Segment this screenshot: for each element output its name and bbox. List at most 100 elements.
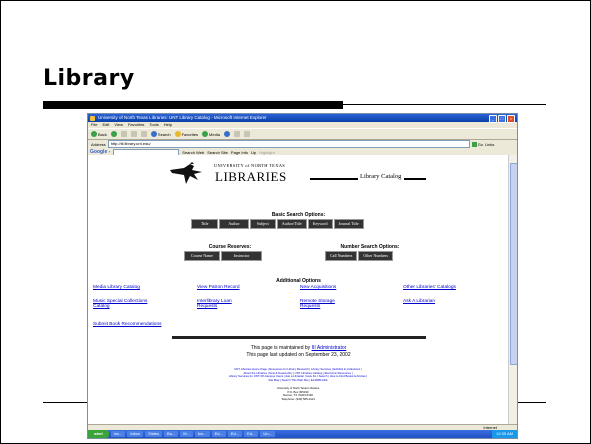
taskbar-item[interactable]: Slides (145, 431, 163, 437)
journal-title-search-button[interactable]: Journal Title (333, 219, 364, 229)
minimize-button[interactable]: _ (489, 115, 497, 123)
music-special-collections-link[interactable]: Music Special Collections Catalog (93, 299, 148, 310)
menu-favorites[interactable]: Favorites (128, 122, 144, 128)
window-titlebar: University of North Texas Libraries: UNT… (88, 114, 517, 123)
course-name-button[interactable]: Course Name (184, 251, 220, 261)
search-icon (150, 131, 157, 137)
scroll-thumb[interactable] (510, 163, 517, 365)
home-icon (140, 131, 147, 137)
go-button[interactable]: Go (471, 141, 483, 147)
taskbar: start Inc... Inbox Slides Bo... M... Inc… (88, 430, 517, 438)
taskbar-item[interactable]: Inc... (110, 431, 126, 437)
last-updated: This page last updated on September 23, … (246, 352, 351, 358)
taskbar-item[interactable]: Ed... (244, 431, 259, 437)
stop-button[interactable] (120, 131, 127, 137)
ask-a-librarian-link[interactable]: Ask A Librarian (403, 299, 435, 304)
search-web-button[interactable]: Search Web (182, 150, 204, 155)
author-title-search-button[interactable]: Author/Title (276, 219, 307, 229)
footer-links: UNT Libraries Home Page | Resources for … (198, 367, 398, 383)
slide-title: Library (43, 66, 135, 91)
highlight-button[interactable]: Highlight (259, 150, 275, 155)
home-button[interactable] (140, 131, 147, 137)
instructor-button[interactable]: Instructor (220, 251, 263, 261)
address-label: Address (91, 141, 106, 147)
refresh-icon (130, 131, 137, 137)
page-info-button[interactable]: Page Info (231, 150, 248, 155)
taskbar-item[interactable]: Ed... (211, 431, 226, 437)
taskbar-item[interactable]: Inc... (194, 431, 210, 437)
footer-address: University of North Texas Libraries P.O.… (276, 386, 320, 401)
search-button[interactable]: Search (150, 131, 171, 137)
media-button[interactable]: Media (202, 131, 220, 137)
ie-icon (90, 115, 95, 121)
number-search-buttons: Call Numbers Other Numbers (325, 251, 394, 261)
media-icon (202, 131, 209, 137)
university-name: UNIVERSITY of NORTH TEXAS (214, 163, 286, 168)
mail-button[interactable] (233, 131, 240, 137)
taskbar-item[interactable]: Bo... (164, 431, 179, 437)
logo-rule-left (310, 178, 358, 180)
star-icon (174, 131, 181, 137)
eagle-icon (170, 162, 202, 184)
maintained-by: This page is maintained by III Administr… (250, 345, 347, 351)
history-icon (223, 131, 230, 137)
mail-icon (233, 131, 240, 137)
menu-help[interactable]: Help (164, 122, 172, 128)
basic-search-heading: Basic Search Options: (271, 212, 326, 218)
taskbar-item[interactable]: Inbox (127, 431, 144, 437)
toolbar: Back Search Favorites Media (88, 128, 517, 140)
back-button[interactable]: Back (91, 131, 107, 137)
printer-icon (243, 131, 250, 137)
view-patron-record-link[interactable]: View Patron Record (197, 285, 240, 290)
course-reserves-buttons: Course Name Instructor (184, 251, 263, 261)
subject-search-button[interactable]: Subject (249, 219, 276, 229)
author-search-button[interactable]: Author (219, 219, 249, 229)
favorites-button[interactable]: Favorites (174, 131, 198, 137)
other-libraries-catalogs-link[interactable]: Other Libraries' Catalogs (403, 285, 456, 290)
forward-button[interactable] (110, 131, 117, 137)
logo-rule-right (404, 178, 426, 180)
other-numbers-button[interactable]: Other Numbers (358, 251, 394, 261)
basic-search-buttons: Title Author Subject Author/Title Keywor… (191, 219, 364, 229)
up-button[interactable]: Up (251, 150, 256, 155)
menu-tools[interactable]: Tools (149, 122, 158, 128)
window-title: University of North Texas Libraries: UNT… (98, 115, 267, 120)
libraries-wordmark: LIBRARIES (215, 169, 287, 184)
interlibrary-loan-link[interactable]: Interlibrary Loan Requests (197, 299, 247, 310)
course-reserves-heading: Course Reserves: (208, 244, 252, 250)
taskbar-item[interactable]: M... (180, 431, 193, 437)
taskbar-item[interactable]: Un... (260, 431, 275, 437)
submit-book-recommendations-link[interactable]: Submit Book Recommendations (93, 322, 162, 327)
close-button[interactable]: × (507, 115, 515, 123)
media-library-catalog-link[interactable]: Media Library Catalog (93, 285, 140, 290)
address-bar: Address http://iii.library.unt.edu/ Go L… (88, 140, 517, 148)
address-input[interactable]: http://iii.library.unt.edu/ (107, 140, 470, 148)
system-clock: 12:35 AM (492, 430, 517, 438)
administrator-link[interactable]: III Administrator (312, 345, 347, 351)
number-search-heading: Number Search Options: (340, 244, 400, 250)
search-site-button[interactable]: Search Site (207, 150, 228, 155)
print-button[interactable] (243, 131, 250, 137)
remote-storage-link[interactable]: Remote Storage Requests (300, 299, 350, 310)
links-button[interactable]: Links (485, 142, 494, 147)
additional-options-heading: Additional Options (276, 278, 321, 284)
menu-file[interactable]: File (91, 122, 97, 128)
start-button[interactable]: start (88, 430, 109, 438)
call-numbers-button[interactable]: Call Numbers (325, 251, 358, 261)
title-underline-bar (43, 101, 343, 109)
refresh-button[interactable] (130, 131, 137, 137)
maximize-button[interactable]: □ (498, 115, 506, 123)
history-button[interactable] (223, 131, 230, 137)
forward-arrow-icon (110, 131, 117, 137)
content-divider (172, 336, 426, 339)
vertical-scrollbar[interactable] (508, 155, 517, 424)
browser-window: University of North Texas Libraries: UNT… (87, 113, 518, 439)
library-logo: UNIVERSITY of NORTH TEXAS LIBRARIES Libr… (168, 160, 428, 188)
menu-edit[interactable]: Edit (102, 122, 109, 128)
keyword-search-button[interactable]: Keyword (307, 219, 333, 229)
footer-link-line[interactable]: Site Map | Search This Web Site | Ed.RDB… (198, 378, 398, 383)
menu-view[interactable]: View (114, 122, 123, 128)
title-search-button[interactable]: Title (191, 219, 219, 229)
taskbar-item[interactable]: Ed... (227, 431, 243, 437)
new-acquisitions-link[interactable]: New Acquisitions (300, 285, 336, 290)
